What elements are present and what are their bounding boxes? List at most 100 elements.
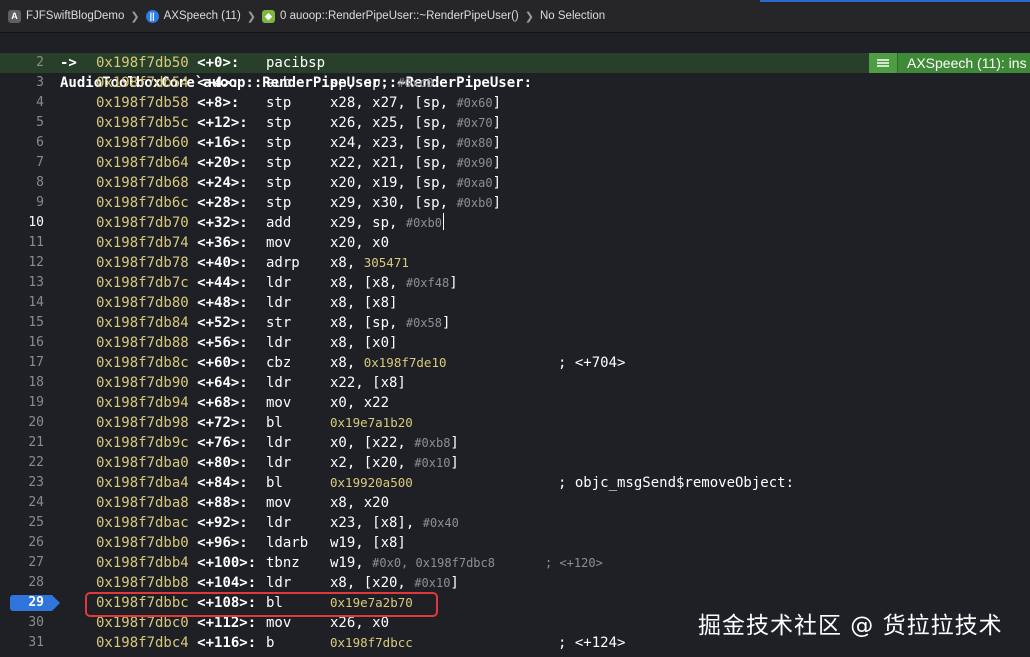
instruction-address: 0x198f7dbc4 <+116>: xyxy=(96,633,256,653)
instruction-offset: <+24>: xyxy=(197,175,248,191)
immediate-value: #0x80 xyxy=(456,136,493,150)
code-line[interactable]: 13 0x198f7db7c <+44>: ldr x8, [x8, #0xf48] xyxy=(0,273,1030,293)
operand-text: x8, [x8, xyxy=(330,275,406,291)
code-line[interactable]: 15 0x198f7db84 <+52>: str x8, [sp, #0x58] xyxy=(0,313,1030,333)
code-line[interactable]: 18 0x198f7db90 <+64>: ldr x22, [x8] xyxy=(0,373,1030,393)
instruction-offset: <+96>: xyxy=(197,535,248,551)
disassembly-view[interactable]: 1 AudioToolboxCore`auoop::RenderPipeUser… xyxy=(0,33,1030,653)
operand-text: x2, [x20, xyxy=(330,455,415,471)
code-line[interactable]: 22 0x198f7dba0 <+80>: ldr x2, [x20, #0x10] xyxy=(0,453,1030,473)
instruction-address: 0x198f7db54 <+4>: xyxy=(96,73,239,93)
target-address: 0x19920a500 xyxy=(330,475,413,490)
instruction-offset: <+40>: xyxy=(197,255,248,271)
code-line[interactable]: 16 0x198f7db88 <+56>: ldr x8, [x0] xyxy=(0,333,1030,353)
code-line[interactable]: 5 0x198f7db5c <+12>: stp x26, x25, [sp, #0x… xyxy=(0,113,1030,133)
address-value: 0x198f7db60 xyxy=(96,135,189,151)
highlight-annotation xyxy=(85,592,438,617)
line-number: 3 xyxy=(36,75,44,90)
code-line[interactable]: 14 0x198f7db80 <+48>: ldr x8, [x8] xyxy=(0,293,1030,313)
instruction-address: 0x198f7dbac <+92>: xyxy=(96,513,248,533)
code-line[interactable]: 28 0x198f7dbb8 <+104>: ldr x8, [x20, #0x10] xyxy=(0,573,1030,593)
immediate-value: #0xb0 xyxy=(456,196,493,210)
instruction-offset: <+56>: xyxy=(197,335,248,351)
instruction-address: 0x198f7db50 <+0>: xyxy=(96,53,239,73)
immediate-value: #0x58 xyxy=(405,316,442,330)
operand-tail: ] xyxy=(492,155,501,171)
immediate-value: #0x40 xyxy=(422,516,459,530)
code-line[interactable]: 9 0x198f7db6c <+28>: stp x29, x30, [sp, #0x… xyxy=(0,193,1030,213)
code-line[interactable]: 12 0x198f7db78 <+40>: adrp x8, 305471 xyxy=(0,253,1030,273)
breadcrumb-frame[interactable]: ◆ 0 auoop::RenderPipeUser::~RenderPipeUs… xyxy=(262,9,519,23)
code-line[interactable]: 24 0x198f7dba8 <+88>: mov x8, x20 xyxy=(0,493,1030,513)
code-line[interactable]: 25 0x198f7dbac <+92>: ldr x23, [x8], #0x40 xyxy=(0,513,1030,533)
mnemonic: stp xyxy=(266,95,292,111)
thread-position-badge[interactable]: AXSpeech (11): ins xyxy=(869,53,1030,73)
target-address: 0x198f7de10 xyxy=(363,355,447,370)
mnemonic: stp xyxy=(266,155,292,171)
code-line[interactable]: 21 0x198f7db9c <+76>: ldr x0, [x22, #0xb8] xyxy=(0,433,1030,453)
operands: 0x19920a500 xyxy=(330,473,413,493)
code-line[interactable]: 17 0x198f7db8c <+60>: cbz x8, 0x198f7de10 ; … xyxy=(0,353,1030,373)
line-number: 20 xyxy=(28,415,44,430)
code-line[interactable]: 27 0x198f7dbb4 <+100>: tbnz w19, #0x0, 0x19… xyxy=(0,553,1030,573)
instruction-address: 0x198f7dba8 <+88>: xyxy=(96,493,248,513)
address-value: 0x198f7dba8 xyxy=(96,495,189,511)
code-line[interactable]: 3 0x198f7db54 <+4>: sub sp, sp, #0xc0 xyxy=(0,73,1030,93)
line-number: 27 xyxy=(28,555,44,570)
current-instruction-arrow: -> xyxy=(60,55,77,71)
address-value: 0x198f7db6c xyxy=(96,195,189,211)
line-number: 18 xyxy=(28,375,44,390)
operand-text: x22, x21, [sp, xyxy=(330,155,457,171)
instruction-address: 0x198f7db5c <+12>: xyxy=(96,113,248,133)
code-line[interactable]: 19 0x198f7db94 <+68>: mov x0, x22 xyxy=(0,393,1030,413)
address-value: 0x198f7db54 xyxy=(96,75,189,91)
chevron-right-icon: ❯ xyxy=(524,10,534,23)
line-number: 7 xyxy=(36,155,44,170)
disassembly-header-row: 1 AudioToolboxCore`auoop::RenderPipeUser… xyxy=(0,33,1030,91)
address-value: 0x198f7db8c xyxy=(96,355,189,371)
stack-frame-icon: ◆ xyxy=(262,9,275,23)
code-line[interactable]: 11 0x198f7db74 <+36>: mov x20, x0 xyxy=(0,233,1030,253)
mnemonic: b xyxy=(266,635,275,651)
instruction-offset: <+20>: xyxy=(197,155,248,171)
operand-tail: ] xyxy=(492,175,501,191)
instruction-offset: <+84>: xyxy=(197,475,248,491)
operands: x29, x30, [sp, #0xb0] xyxy=(330,193,501,213)
instruction-comment: ; <+120> xyxy=(545,553,603,573)
instruction-address: 0x198f7db90 <+64>: xyxy=(96,373,248,393)
operand-text: x26, x0 xyxy=(330,615,390,631)
address-value: 0x198f7db68 xyxy=(96,175,189,191)
breadcrumb-selection[interactable]: No Selection xyxy=(540,10,605,22)
instruction-offset: <+52>: xyxy=(197,315,248,331)
instruction-offset: <+32>: xyxy=(197,215,248,231)
comment-text: ; <+124> xyxy=(558,635,626,651)
operand-tail: ] xyxy=(492,195,501,211)
address-value: 0x198f7dbb4 xyxy=(96,555,189,571)
operands: x8, [x8] xyxy=(330,293,397,313)
code-line[interactable]: 7 0x198f7db64 <+20>: stp x22, x21, [sp, #0x… xyxy=(0,153,1030,173)
operands: x22, x21, [sp, #0x90] xyxy=(330,153,501,173)
code-line[interactable]: 10 0x198f7db70 <+32>: add x29, sp, #0xb0 xyxy=(0,213,1030,233)
operands: x22, [x8] xyxy=(330,373,406,393)
operand-tail: ] xyxy=(449,275,458,291)
operands: x8, 0x198f7de10 xyxy=(330,353,447,373)
operand-tail: ] xyxy=(450,575,459,591)
immediate-value: #0xb0 xyxy=(405,216,442,230)
instruction-offset: <+8>: xyxy=(197,95,240,111)
line-number: 4 xyxy=(36,95,44,110)
line-number: 10 xyxy=(28,215,44,230)
address-value: 0x198f7db90 xyxy=(96,375,189,391)
code-line[interactable]: 26 0x198f7dbb0 <+96>: ldarb w19, [x8] xyxy=(0,533,1030,553)
code-line[interactable]: 23 0x198f7dba4 <+84>: bl 0x19920a500 ; objc_… xyxy=(0,473,1030,493)
operands: x2, [x20, #0x10] xyxy=(330,453,459,473)
immediate-value: #0xc0 xyxy=(397,76,434,90)
breadcrumb-project[interactable]: A FJFSwiftBlogDemo xyxy=(8,9,124,23)
instruction-address: 0x198f7db74 <+36>: xyxy=(96,233,248,253)
code-line[interactable]: 20 0x198f7db98 <+72>: bl 0x19e7a1b20 xyxy=(0,413,1030,433)
instruction-offset: <+76>: xyxy=(197,435,248,451)
breadcrumb-thread[interactable]: || AXSpeech (11) xyxy=(145,9,241,23)
thread-badge-label: AXSpeech (11): ins xyxy=(907,55,1027,71)
code-line[interactable]: 8 0x198f7db68 <+24>: stp x20, x19, [sp, #0x… xyxy=(0,173,1030,193)
code-line[interactable]: 4 0x198f7db58 <+8>: stp x28, x27, [sp, #0x6… xyxy=(0,93,1030,113)
code-line[interactable]: 6 0x198f7db60 <+16>: stp x24, x23, [sp, #0x… xyxy=(0,133,1030,153)
